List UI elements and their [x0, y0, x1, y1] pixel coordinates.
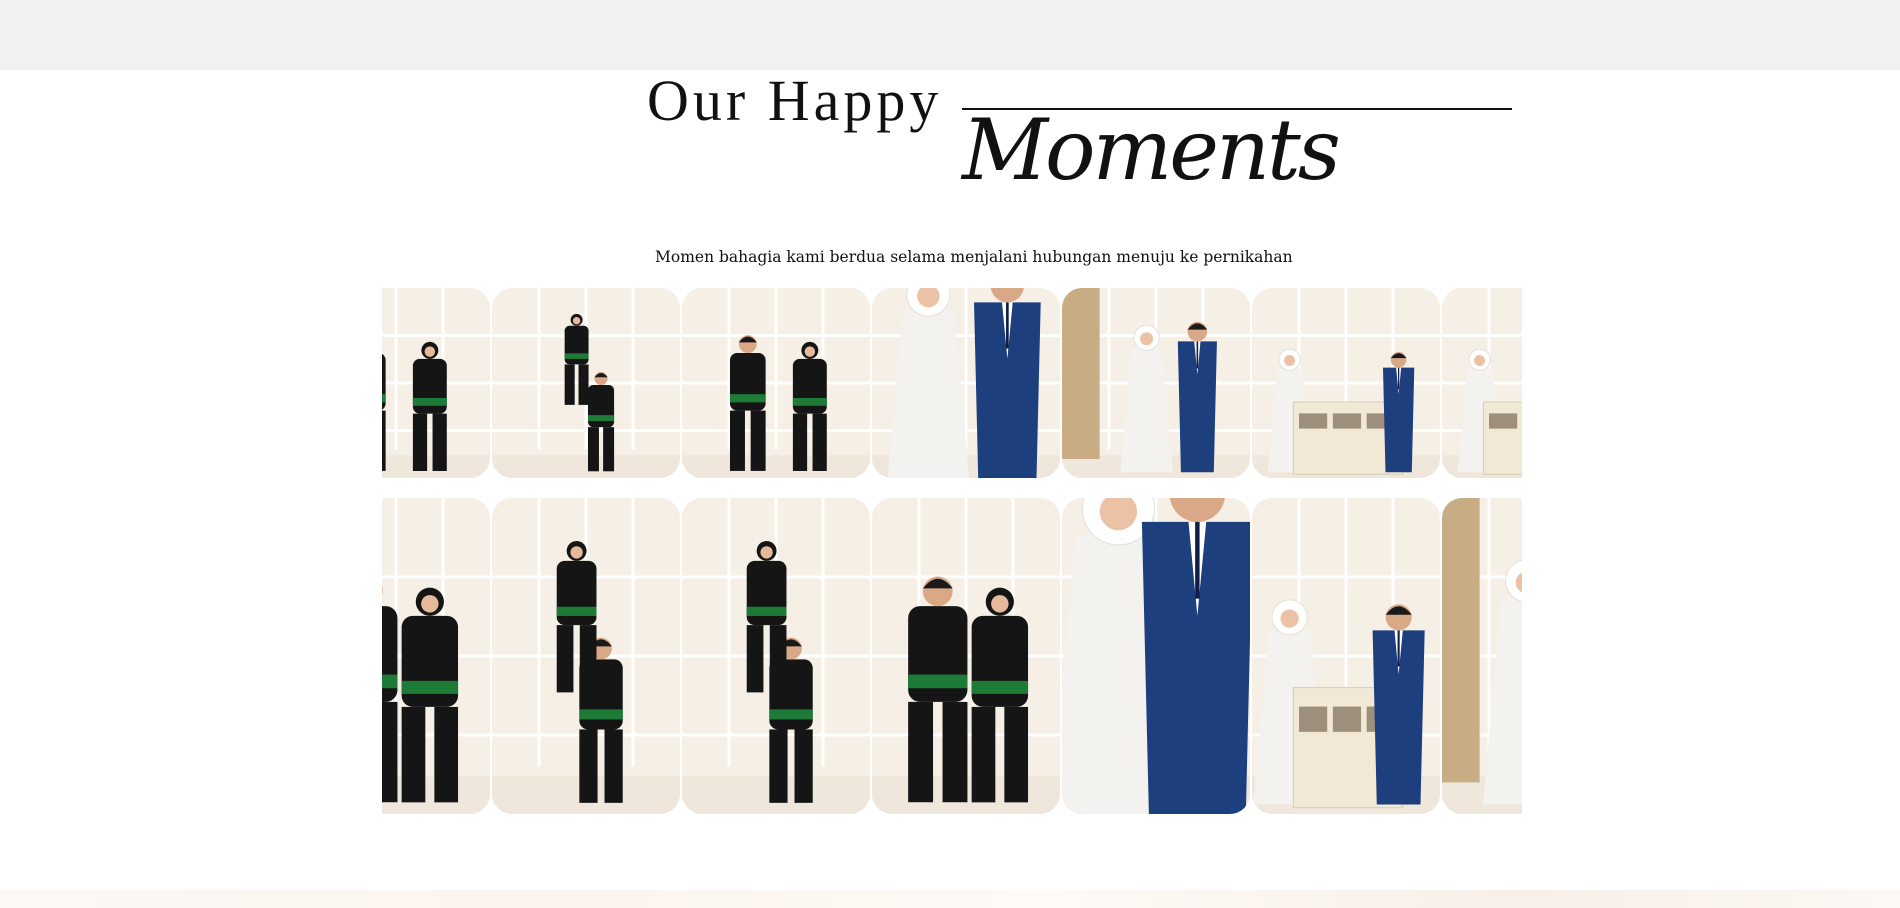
wedding-couple-cabinet-photo[interactable] [1252, 498, 1440, 814]
section-title-moments: Moments [962, 101, 1341, 199]
wedding-couple-closeup-photo[interactable] [1062, 498, 1250, 814]
wedding-couple-curtain-photo[interactable] [1062, 288, 1250, 478]
gallery-row-top[interactable] [382, 288, 1522, 478]
top-bar [0, 0, 1900, 70]
silat-acrobatic-pose-alt-photo[interactable] [682, 498, 870, 814]
silat-bride-cropped-photo[interactable] [382, 498, 490, 814]
section-subtitle: Momen bahagia kami berdua selama menjala… [655, 248, 1293, 266]
silat-pair-standing-cropped-photo[interactable] [382, 288, 490, 478]
gallery-row-bottom[interactable] [382, 498, 1522, 814]
silat-acrobatic-pose-photo[interactable] [492, 288, 680, 478]
section-title-our-happy: Our Happy [647, 68, 943, 133]
wedding-couple-cabinet-photo[interactable] [1252, 288, 1440, 478]
silat-pair-standing-photo[interactable] [682, 288, 870, 478]
wedding-bride-cropped-photo[interactable] [1442, 288, 1522, 478]
next-section-preview [0, 890, 1900, 908]
wedding-couple-closeup-photo[interactable] [872, 288, 1060, 478]
silat-pair-standing-photo[interactable] [872, 498, 1060, 814]
silat-acrobatic-pose-photo[interactable] [492, 498, 680, 814]
wedding-bride-curtain-cropped-photo[interactable] [1442, 498, 1522, 814]
